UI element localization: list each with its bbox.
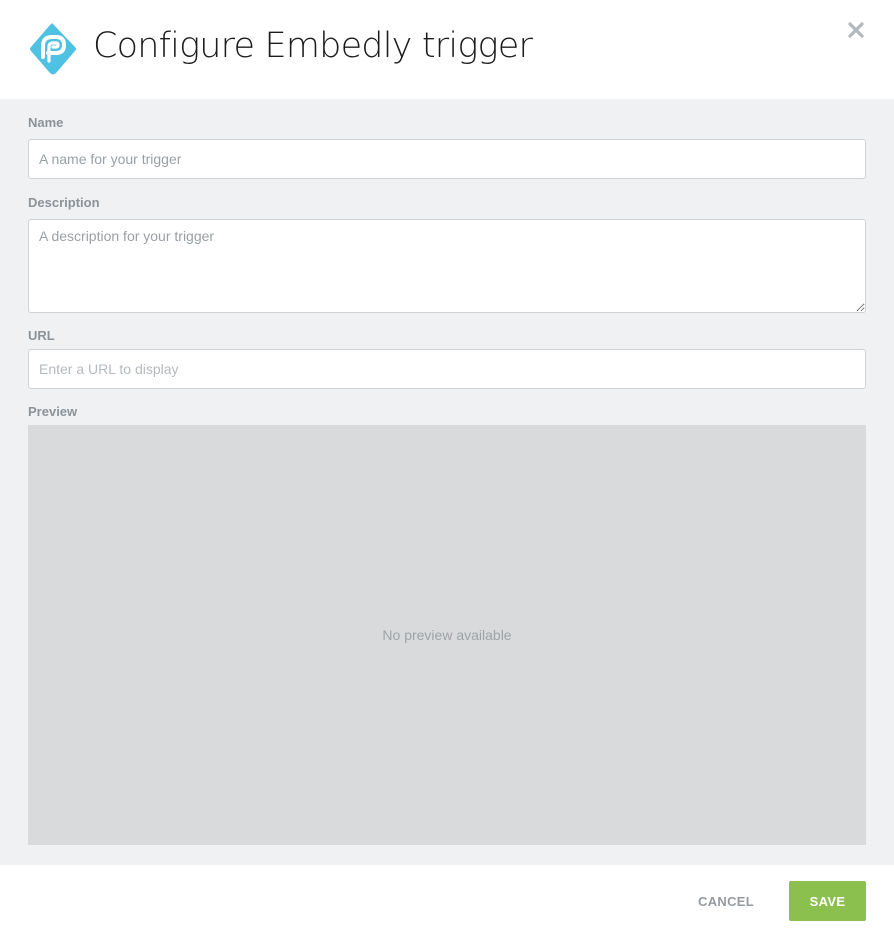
preview-panel: No preview available	[28, 425, 866, 845]
save-button[interactable]: SAVE	[789, 881, 866, 921]
name-label: Name	[28, 115, 64, 130]
url-label: URL	[28, 328, 55, 343]
description-label: Description	[28, 195, 100, 210]
dialog-header: Configure Embedly trigger	[0, 0, 894, 99]
dialog-body: Name Description URL Preview No preview …	[0, 99, 894, 865]
close-button[interactable]	[842, 16, 870, 44]
preview-label: Preview	[28, 404, 78, 419]
preview-empty-text: No preview available	[382, 627, 512, 643]
dialog-title: Configure Embedly trigger	[93, 26, 533, 66]
embedly-logo-icon	[30, 23, 76, 75]
url-input[interactable]	[28, 349, 866, 389]
dialog-footer: CANCEL SAVE	[0, 865, 894, 934]
cancel-button[interactable]: CANCEL	[690, 881, 762, 921]
description-textarea[interactable]	[28, 219, 866, 313]
name-input[interactable]	[28, 139, 866, 179]
close-icon	[848, 22, 864, 38]
